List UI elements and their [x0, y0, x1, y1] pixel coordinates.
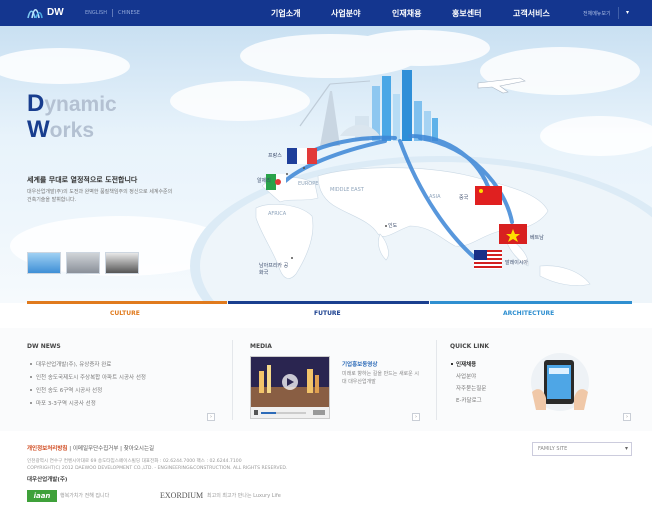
video-thumbnail — [251, 357, 329, 418]
news-title: DW NEWS — [27, 343, 61, 350]
label-africa: AFRICA — [268, 211, 287, 217]
column-divider — [232, 340, 233, 420]
architecture-bar — [430, 301, 632, 304]
english-link[interactable]: ENGLISH — [85, 10, 107, 16]
bullet — [30, 363, 32, 365]
footer-company: 대우산업개발(주) — [27, 477, 68, 483]
iaan-slogan: 행복가치가 전해 집니다 — [60, 493, 110, 499]
exordium-slogan: 최고의 최고가 만나는 Luxury Life — [207, 493, 281, 499]
bullet — [30, 389, 32, 391]
label-france: 프랑스 — [268, 153, 282, 159]
exordium-logo[interactable]: EXORDIUM — [160, 491, 203, 500]
bullet — [451, 363, 453, 365]
all-menu-link[interactable]: 전체메뉴보기 — [583, 10, 611, 17]
thumbnail-3[interactable] — [105, 252, 139, 274]
title-ynamic: ynamic — [44, 93, 117, 116]
label-china: 중국 — [459, 195, 469, 201]
thumbnail-2[interactable] — [66, 252, 100, 274]
label-algeria: 알제리 — [257, 178, 271, 184]
label-malaysia: 말레이시아 — [505, 260, 529, 266]
directions-link[interactable]: 찾아오시는길 — [124, 446, 154, 452]
label-vietnam: 베트남 — [530, 235, 544, 241]
footer-address: 인천광역시 연수구 컨벤시아대로 69 송도타임스페이스빌딩 대표전화 : 02… — [27, 459, 242, 464]
quick-link-title: QUICK LINK — [450, 343, 490, 350]
tab-future[interactable]: FUTURE — [314, 310, 341, 317]
family-site-label: FAMILY SITE — [538, 446, 568, 452]
footer-copyright: COPYRIGHT(C) 2012 DAEWOO DEVELOPMENT CO.… — [27, 466, 288, 471]
culture-bar — [27, 301, 227, 304]
lang-divider — [112, 9, 113, 17]
gnb-pr-center[interactable]: 홍보센터 — [452, 8, 481, 19]
privacy-policy-link[interactable]: 개인정보처리방침 — [27, 446, 67, 452]
column-divider — [436, 340, 437, 420]
email-refusal-link[interactable]: 이메일무단수집거부 — [73, 446, 119, 452]
allmenu-divider — [618, 7, 619, 19]
hero-title: 세계를 무대로 열정적으로 도전합니다 — [27, 176, 138, 184]
quick-link-business[interactable]: 사업분야 — [456, 372, 476, 380]
news-item[interactable]: 인천 송도국제도시 주상복합 아파트 시공사 선정 — [36, 373, 146, 381]
gnb-business[interactable]: 사업분야 — [331, 8, 360, 19]
quick-link-faq[interactable]: 자주묻는질문 — [456, 384, 486, 392]
media-video-player[interactable] — [250, 356, 330, 419]
news-item[interactable]: 마포 3-3구역 시공사 선정 — [36, 399, 96, 407]
label-middle-east: MIDDLE EAST — [330, 187, 364, 193]
thumbnail-1[interactable] — [27, 252, 61, 274]
title-letter-w: W — [27, 116, 50, 143]
chevron-down-icon: ▾ — [624, 445, 628, 452]
quick-link-catalog[interactable]: E-카달로그 — [456, 396, 482, 404]
dw-logo[interactable]: DW — [27, 6, 77, 20]
family-site-select[interactable]: FAMILY SITE ▾ — [532, 442, 632, 456]
label-south-africa: 남아프리카 공화국 — [259, 263, 289, 276]
gnb-customer[interactable]: 고객서비스 — [513, 8, 550, 19]
media-caption[interactable]: 기업홍보동영상 — [342, 360, 377, 368]
label-europe: EUROPE — [298, 181, 319, 187]
news-more-button[interactable]: › — [207, 413, 215, 421]
future-bar — [228, 301, 429, 304]
quick-link-more-button[interactable]: › — [623, 413, 631, 421]
label-india: 인도 — [388, 223, 398, 229]
quick-link-recruit[interactable]: 인재채용 — [456, 360, 476, 368]
news-item[interactable]: 인천 송도 6구역 시공사 선정 — [36, 386, 102, 394]
title-orks: orks — [49, 119, 95, 142]
dynamic-works-title: Dynamic Works — [27, 92, 117, 146]
iaan-logo[interactable]: iaan — [27, 490, 57, 502]
chinese-link[interactable]: CHINESE — [118, 10, 140, 16]
gnb-recruit[interactable]: 인재채용 — [392, 8, 421, 19]
chevron-down-icon[interactable]: ▾ — [626, 9, 629, 16]
bullet — [30, 376, 32, 378]
media-title: MEDIA — [250, 343, 272, 350]
logo-mark-icon — [27, 8, 43, 19]
hero-description: 대우산업개발(주)의 도전과 완벽한 품질책임주의 정신으로 세계수준의 건축기… — [27, 189, 173, 203]
tab-architecture[interactable]: ARCHITECTURE — [503, 310, 554, 317]
footer-links: 개인정보처리방침 | 이메일무단수집거부 | 찾아오시는길 — [27, 446, 155, 452]
news-item[interactable]: 대우산업개발(주), 유상증자 완료 — [36, 360, 111, 368]
tab-culture[interactable]: CULTURE — [110, 310, 140, 317]
logo-text: DW — [47, 7, 64, 18]
title-letter-d: D — [27, 90, 45, 117]
tablet-hands-icon — [531, 353, 589, 411]
gnb-company[interactable]: 기업소개 — [271, 8, 300, 19]
bullet — [30, 402, 32, 404]
label-asia: ASIA — [429, 194, 441, 200]
media-more-button[interactable]: › — [412, 413, 420, 421]
top-navigation-bar: DW ENGLISH CHINESE 기업소개 사업분야 인재채용 홍보센터 고… — [0, 0, 652, 26]
hero-banner: Dynamic Works 세계를 무대로 열정적으로 도전합니다 대우산업개발… — [0, 26, 652, 303]
media-description: 미래로 향하는 길을 만드는 새로운 시대 대우산업개발 — [342, 371, 419, 385]
